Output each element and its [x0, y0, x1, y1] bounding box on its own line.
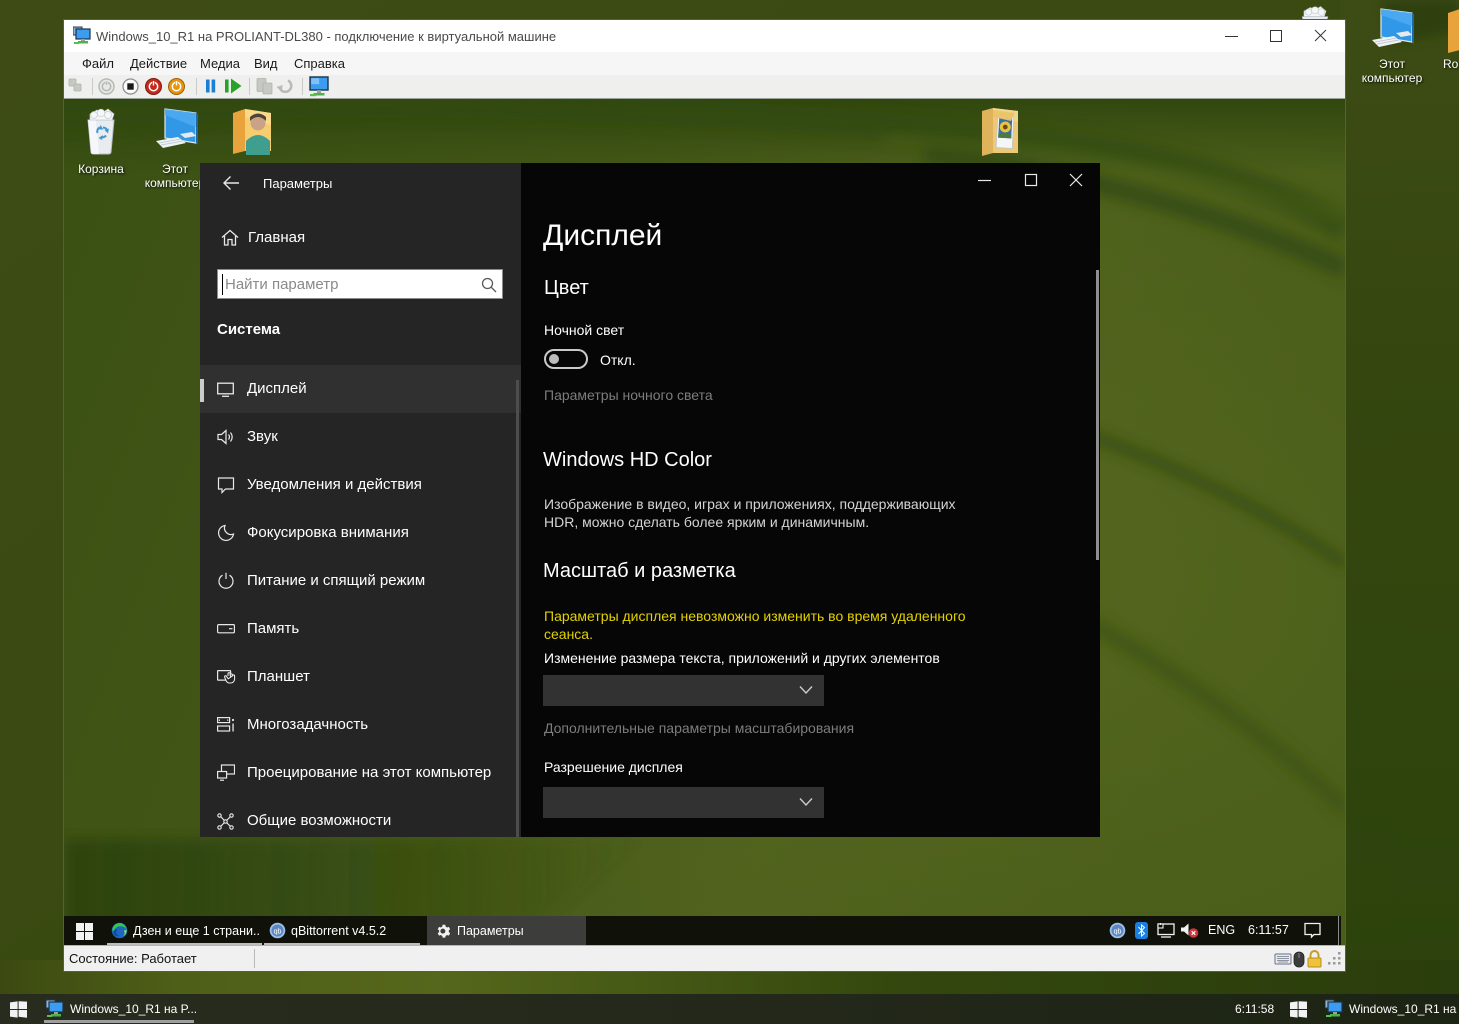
svg-text:qb: qb: [1114, 927, 1122, 935]
svg-text:qb: qb: [274, 927, 282, 935]
